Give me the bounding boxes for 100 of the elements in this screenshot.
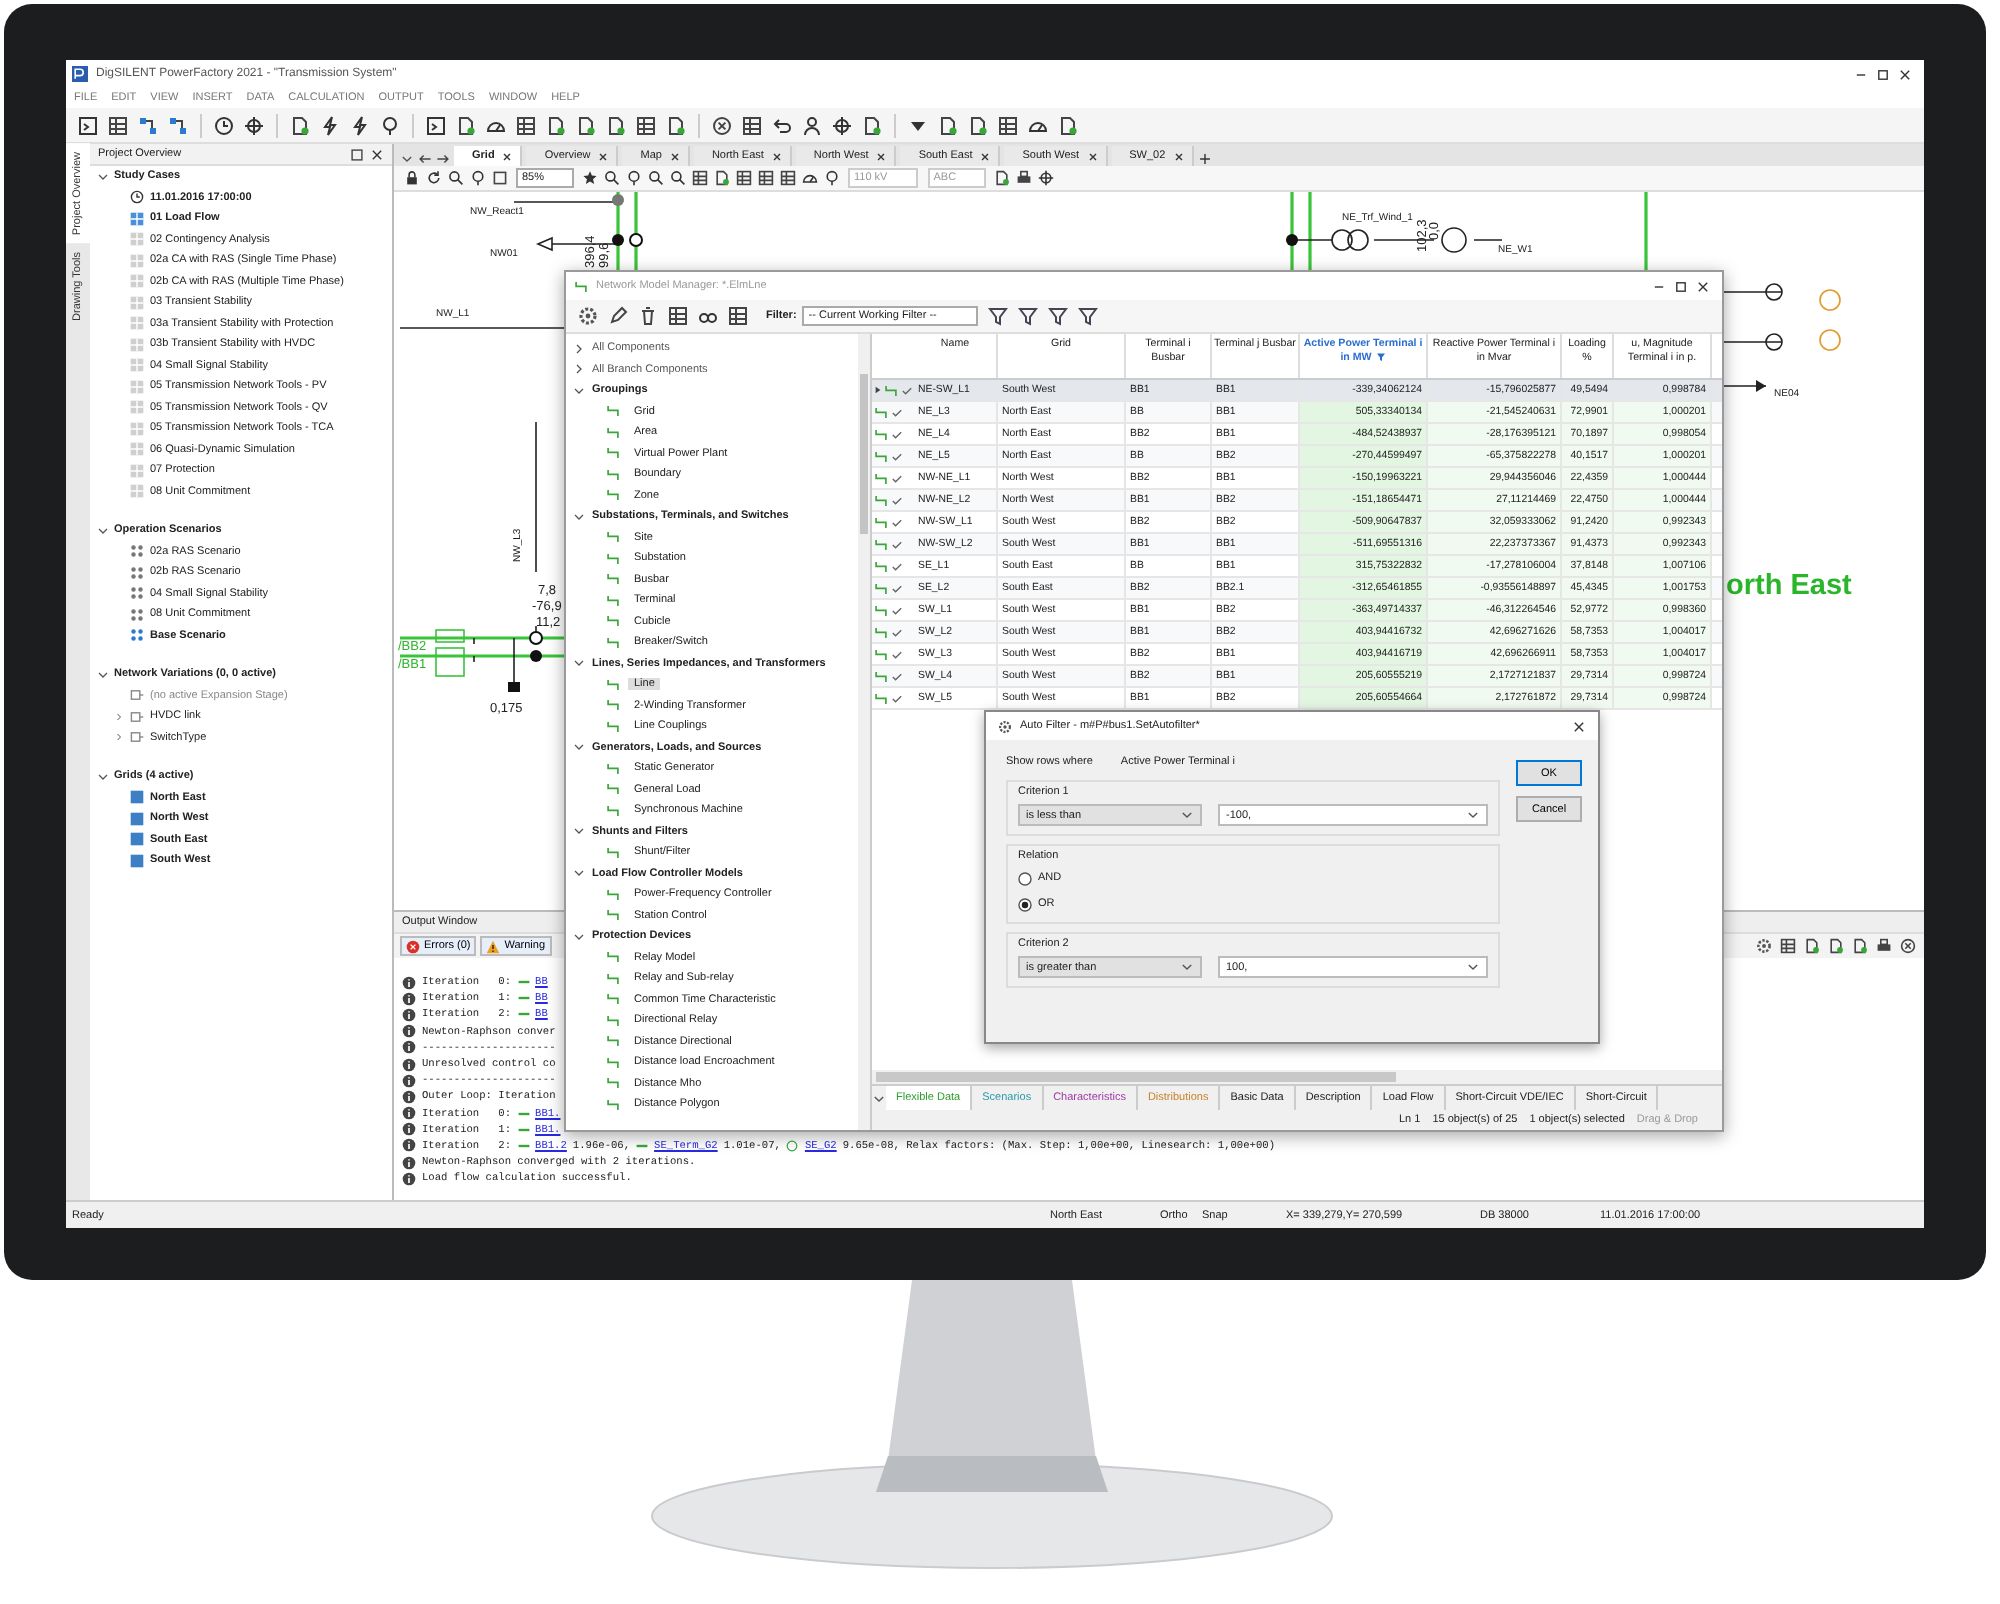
chevron-icon[interactable]	[574, 826, 584, 837]
close-icon[interactable]	[1696, 279, 1710, 293]
chevron-icon[interactable]	[574, 511, 584, 522]
line-icon	[606, 614, 620, 629]
line-icon	[874, 471, 888, 485]
document-icon[interactable]	[992, 168, 1013, 188]
scrollbar-thumb[interactable]	[876, 1072, 1396, 1082]
caret-icon[interactable]	[574, 364, 584, 375]
print-icon[interactable]	[1874, 936, 1894, 956]
clock-icon[interactable]	[210, 113, 238, 137]
chevron-icon[interactable]	[574, 385, 584, 396]
chevron-icon[interactable]	[98, 669, 108, 680]
pin-icon[interactable]	[822, 168, 843, 188]
back-arrow-icon[interactable]	[418, 152, 432, 166]
line-icon	[874, 427, 888, 441]
close-icon[interactable]	[502, 151, 513, 161]
crosshair-icon[interactable]	[240, 113, 268, 137]
table-icon[interactable]	[1778, 936, 1798, 956]
table-icon[interactable]	[734, 168, 755, 188]
plus-icon[interactable]	[1197, 152, 1212, 166]
close-icon[interactable]	[876, 151, 887, 161]
document-icon[interactable]	[1826, 936, 1846, 956]
filter-icon[interactable]	[1044, 304, 1073, 328]
filter-icon[interactable]	[1074, 304, 1103, 328]
caret-icon[interactable]	[574, 343, 584, 354]
gear-icon[interactable]	[1754, 936, 1774, 956]
star-icon[interactable]	[580, 168, 601, 188]
close-icon[interactable]	[1572, 719, 1586, 733]
table-icon[interactable]	[738, 113, 766, 137]
line-icon	[606, 698, 620, 713]
person-icon[interactable]	[798, 113, 826, 137]
maximize-icon[interactable]	[1674, 279, 1688, 293]
chevron-icon[interactable]	[98, 771, 108, 782]
line-icon	[606, 467, 620, 482]
close-icon[interactable]	[598, 151, 609, 161]
line-icon	[606, 572, 620, 587]
gear-icon[interactable]	[574, 304, 602, 328]
node-icon[interactable]	[164, 113, 192, 137]
scenario-icon	[130, 544, 144, 559]
document-icon[interactable]	[1802, 936, 1822, 956]
chevron-icon[interactable]	[400, 152, 414, 166]
chevron-icon[interactable]	[574, 742, 584, 753]
square-icon[interactable]	[490, 168, 510, 188]
search-icon[interactable]	[446, 168, 466, 188]
study-case-icon	[130, 421, 144, 436]
filter-icon[interactable]	[1375, 351, 1386, 362]
close-icon[interactable]	[1898, 67, 1912, 81]
chevron-icon[interactable]	[574, 868, 584, 879]
chevron-icon[interactable]	[574, 658, 584, 669]
line-icon	[606, 1097, 620, 1112]
lock-icon[interactable]	[402, 168, 422, 188]
close-icon[interactable]	[370, 147, 384, 161]
scrollbar-thumb[interactable]	[860, 374, 868, 534]
pencil-icon[interactable]	[604, 304, 632, 328]
table-icon[interactable]	[512, 113, 540, 137]
table-icon[interactable]	[664, 304, 692, 328]
table-icon[interactable]	[690, 168, 711, 188]
print-icon[interactable]	[1014, 168, 1035, 188]
terminal-icon[interactable]	[74, 113, 102, 137]
terminal-icon[interactable]	[422, 113, 450, 137]
close-icon[interactable]	[1173, 151, 1184, 161]
search-icon[interactable]	[646, 168, 667, 188]
document-icon[interactable]	[712, 168, 733, 188]
radio-button[interactable]	[1018, 871, 1032, 885]
chevron-icon[interactable]	[872, 1091, 886, 1105]
table-icon[interactable]	[724, 304, 752, 328]
pin-icon[interactable]	[624, 168, 645, 188]
chevron-icon[interactable]	[98, 171, 108, 182]
search-icon[interactable]	[668, 168, 689, 188]
crosshair-icon[interactable]	[1036, 168, 1057, 188]
table-icon[interactable]	[632, 113, 660, 137]
close-icon[interactable]	[1087, 151, 1098, 161]
document-icon[interactable]	[1850, 936, 1870, 956]
close-icon[interactable]	[980, 151, 991, 161]
line-icon	[874, 603, 888, 617]
table-icon[interactable]	[994, 113, 1022, 137]
radio-button[interactable]	[1018, 897, 1032, 911]
table-icon[interactable]	[778, 168, 799, 188]
close-icon[interactable]	[669, 151, 680, 161]
close-icon[interactable]	[771, 151, 782, 161]
pin-icon[interactable]	[468, 168, 488, 188]
filter-icon[interactable]	[984, 304, 1013, 328]
line-icon	[606, 593, 620, 608]
node-icon[interactable]	[134, 113, 162, 137]
maximize-icon[interactable]	[1876, 67, 1890, 81]
chevron-icon[interactable]	[98, 525, 108, 536]
cancel-icon[interactable]	[708, 113, 736, 137]
generator-icon	[786, 1139, 799, 1152]
square-icon[interactable]	[350, 147, 364, 161]
crosshair-icon[interactable]	[828, 113, 856, 137]
table-icon[interactable]	[104, 113, 132, 137]
table-icon[interactable]	[756, 168, 777, 188]
chevron-icon[interactable]	[574, 931, 584, 942]
search-icon[interactable]	[602, 168, 623, 188]
forward-arrow-icon[interactable]	[436, 152, 450, 166]
filter-icon[interactable]	[1014, 304, 1043, 328]
line-icon	[606, 992, 620, 1007]
cancel-icon[interactable]	[1898, 936, 1918, 956]
undo-icon[interactable]	[768, 113, 796, 137]
refresh-icon[interactable]	[424, 168, 444, 188]
